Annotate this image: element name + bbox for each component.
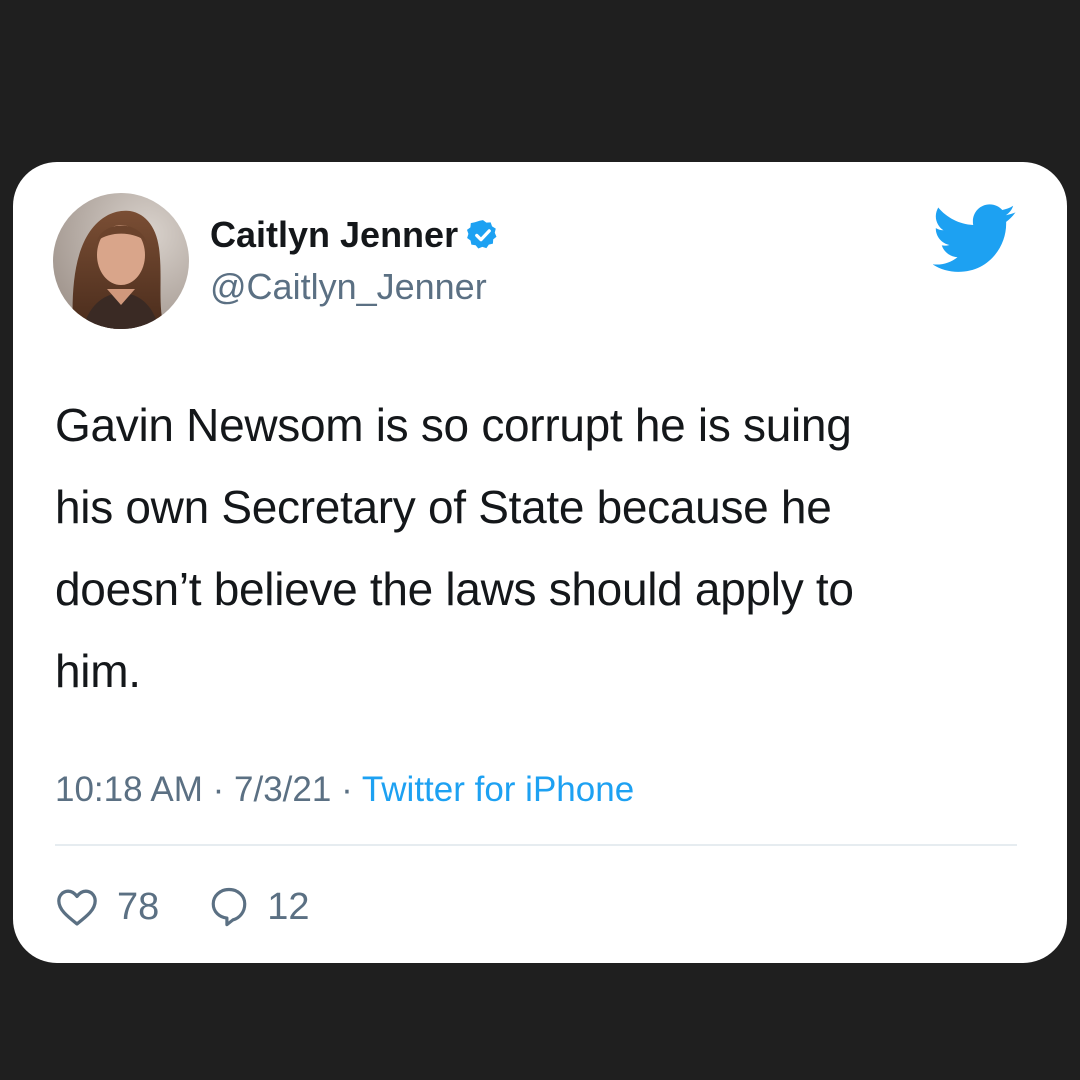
avatar[interactable] <box>53 193 189 329</box>
display-name[interactable]: Caitlyn Jenner <box>210 214 500 256</box>
separator: · <box>212 770 235 809</box>
user-handle[interactable]: @Caitlyn_Jenner <box>210 266 487 308</box>
twitter-bird-icon <box>932 204 1017 274</box>
engagement-bar: 78 12 <box>55 882 310 932</box>
tweet-metadata: 10:18 AM · 7/3/21 · Twitter for iPhone <box>55 770 634 810</box>
tweet-text: Gavin Newsom is so corrupt he is suing h… <box>55 384 1045 712</box>
tweet-text-line: Gavin Newsom is so corrupt he is suing <box>55 399 852 451</box>
tweet-text-line: him. <box>55 645 141 697</box>
separator: · <box>341 770 362 809</box>
heart-icon <box>55 887 99 927</box>
likes-count: 78 <box>117 885 160 928</box>
tweet-time[interactable]: 10:18 AM <box>55 770 203 809</box>
display-name-text: Caitlyn Jenner <box>210 214 459 255</box>
verified-badge-icon <box>466 218 500 252</box>
tweet-text-line: doesn’t believe the laws should apply to <box>55 563 854 615</box>
replies-count: 12 <box>267 885 310 928</box>
tweet-card: Caitlyn Jenner @Caitlyn_Jenner Gavin New… <box>13 162 1067 963</box>
reply-button[interactable]: 12 <box>209 885 310 929</box>
like-button[interactable]: 78 <box>55 886 159 929</box>
profile-photo <box>53 193 189 329</box>
divider <box>55 844 1017 846</box>
tweet-date[interactable]: 7/3/21 <box>234 770 331 809</box>
tweet-text-line: his own Secretary of State because he <box>55 481 832 533</box>
tweet-source-link[interactable]: Twitter for iPhone <box>362 770 634 809</box>
speech-bubble-icon <box>209 886 249 928</box>
